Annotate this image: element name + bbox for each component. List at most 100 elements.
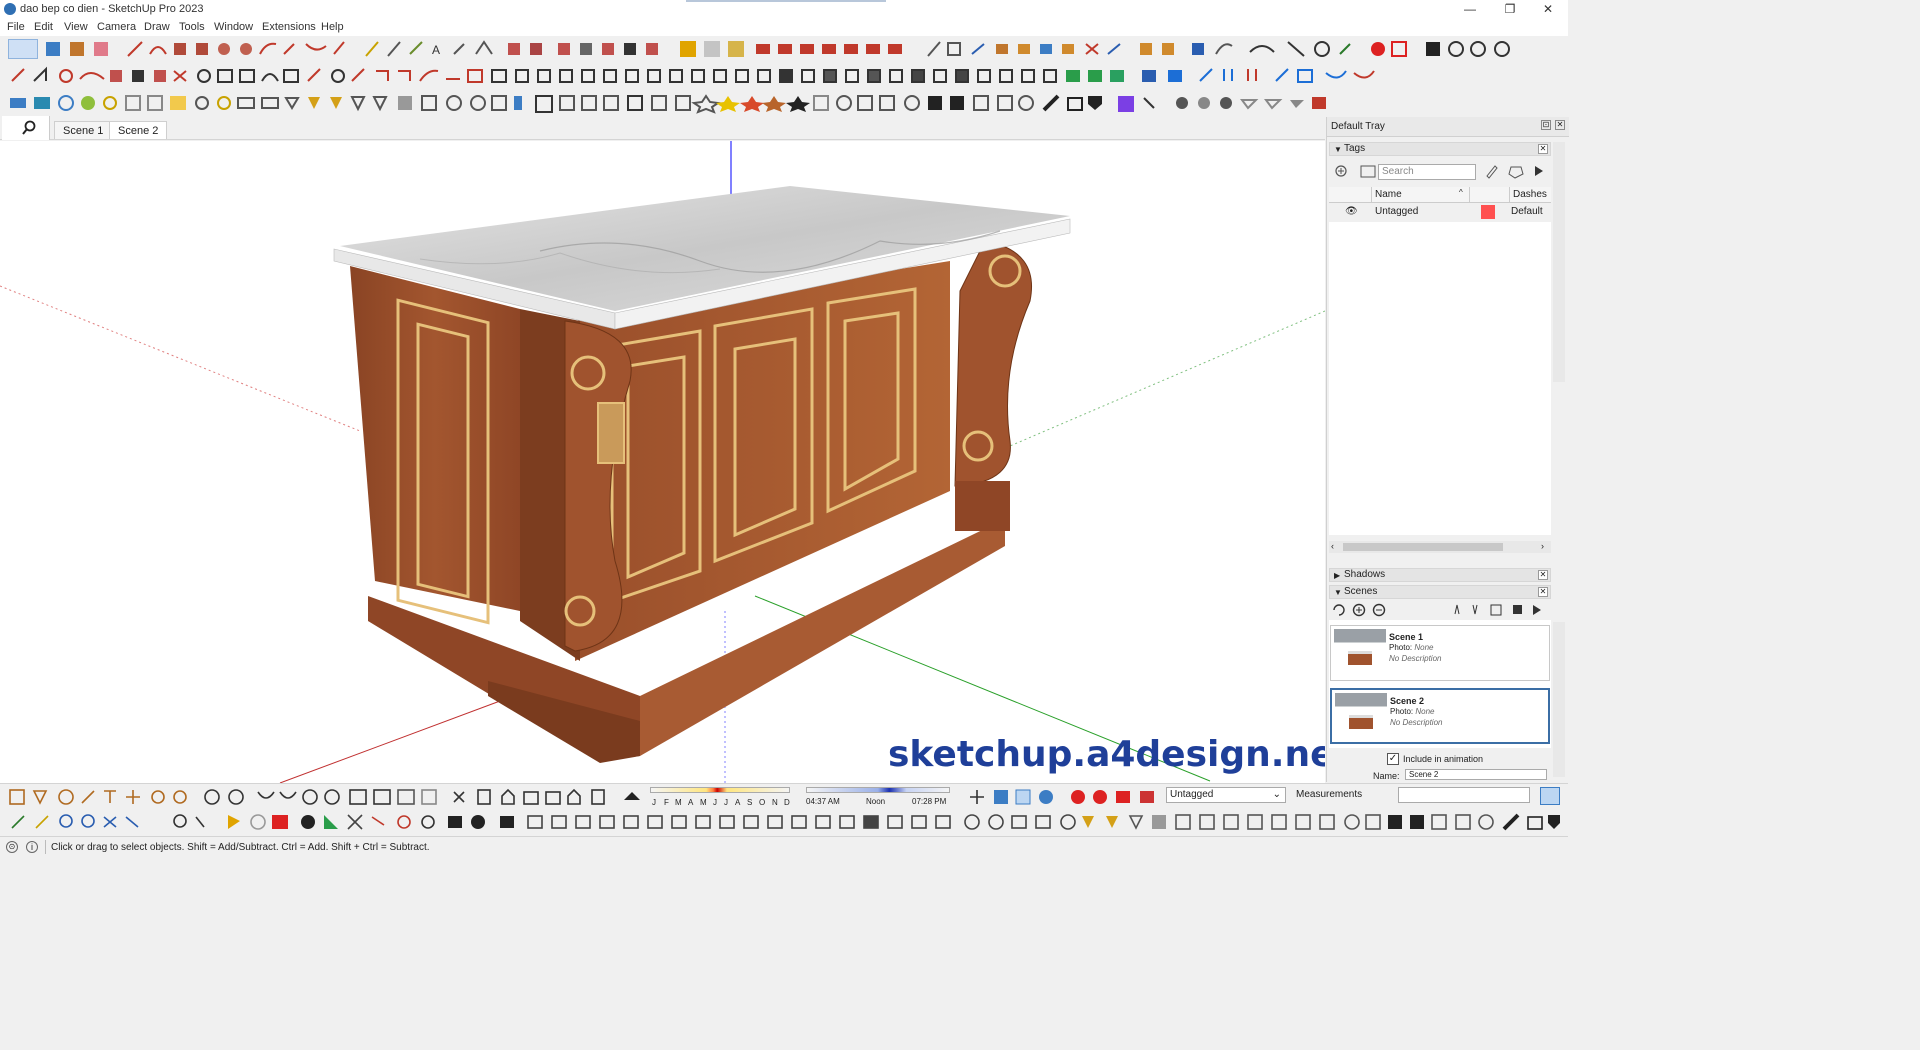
tag-dropdown[interactable]: Untagged ⌄ (1166, 787, 1286, 803)
instructor-icon[interactable] (1540, 787, 1560, 805)
tag-color-icon (1508, 166, 1524, 179)
tags-list-area (1329, 222, 1551, 535)
restore-button[interactable]: ❐ (1490, 1, 1530, 18)
tray-vertical-scrollbar[interactable] (1553, 142, 1565, 382)
search-icon (22, 120, 36, 135)
scene-1-photo: Photo: None (1389, 643, 1434, 652)
scenes-close-icon[interactable]: ✕ (1538, 587, 1548, 597)
info-icon[interactable]: i (26, 841, 38, 853)
bottom-toolbar-2-icons[interactable] (8, 811, 1563, 833)
tag-row-untagged[interactable]: 👁 Untagged Default (1329, 204, 1551, 220)
watermark-text: sketchup.a4design.net (888, 734, 1325, 775)
scene-name-label: Name: (1373, 771, 1400, 781)
add-folder-icon (1360, 165, 1376, 178)
tray-close-icon[interactable]: ✕ (1555, 120, 1565, 130)
month-slider[interactable] (650, 787, 790, 793)
month-label: J (652, 798, 656, 807)
collapse-triangle-icon-scenes: ▼ (1334, 588, 1342, 597)
menu-extensions[interactable]: Extensions (262, 21, 316, 33)
tag-color-swatch[interactable] (1481, 205, 1495, 219)
bottom-toolbar-2 (0, 808, 1568, 836)
time-noon: Noon (866, 797, 886, 806)
toolbar-icons-strip-3[interactable] (8, 92, 1338, 114)
tags-col-name[interactable]: Name (1375, 189, 1402, 200)
tags-horizontal-scrollbar[interactable]: ‹ › (1329, 541, 1551, 553)
right-leg-foot (955, 481, 1010, 531)
thumbnail-icon (1513, 605, 1522, 614)
tray-title: Default Tray (1331, 121, 1385, 132)
toolbar-icons-strip-1[interactable]: A (44, 38, 1544, 60)
shadows-panel-header[interactable]: ▶ Shadows ✕ (1329, 568, 1551, 582)
toolbar-icons-strip-2[interactable] (8, 65, 1408, 87)
scene-2-photo: Photo: None (1390, 707, 1435, 716)
tag-tool-icon (1486, 165, 1498, 179)
include-animation-checkbox[interactable]: ✓ (1387, 753, 1399, 765)
default-tray: Default Tray ⊡ ✕ ▼ Tags ✕ Search Name ^ … (1326, 117, 1569, 782)
sketchup-app-icon (4, 3, 16, 15)
scenes-panel-header[interactable]: ▼ Scenes ✕ (1329, 585, 1551, 599)
time-slider[interactable] (806, 787, 950, 793)
tags-panel-title: Tags (1344, 143, 1366, 154)
scene-1-description: No Description (1389, 654, 1442, 663)
tags-panel-header[interactable]: ▼ Tags ✕ (1329, 142, 1551, 156)
axis-red-dotted (0, 285, 361, 432)
left-corbel-rosette (597, 402, 625, 464)
tags-close-icon[interactable]: ✕ (1538, 144, 1548, 154)
month-label: S (747, 798, 753, 807)
shadows-close-icon[interactable]: ✕ (1538, 570, 1548, 580)
month-label: J (713, 798, 717, 807)
geo-location-icon[interactable]: ⊙ (6, 841, 18, 853)
menu-view[interactable]: View (64, 21, 88, 33)
scenes-scrollbar[interactable] (1553, 622, 1565, 777)
tags-right-icons[interactable] (1483, 162, 1551, 180)
toolbar-row-1-icons[interactable]: A (44, 38, 1558, 60)
shadows-panel-title: Shadows (1344, 569, 1386, 580)
scenes-toolbar-icons[interactable] (1331, 602, 1551, 618)
measurements-input[interactable] (1398, 787, 1530, 803)
status-separator (45, 840, 46, 854)
month-label: J (724, 798, 728, 807)
scene-card-1[interactable]: Scene 1 Photo: None No Description (1330, 625, 1550, 681)
visibility-eye-icon[interactable]: 👁 (1345, 206, 1358, 217)
menu-window[interactable]: Window (214, 21, 253, 33)
menu-help[interactable]: Help (321, 21, 344, 33)
minimize-button[interactable]: — (1450, 1, 1490, 18)
sort-caret-icon: ^ (1459, 188, 1463, 197)
bottom-toolbar-1: J F M A M J J A S O N D 04:37 AM Noon 07… (0, 783, 1568, 808)
scene-name-input[interactable]: Scene 2 (1405, 769, 1547, 780)
select-tool-icon[interactable] (8, 39, 38, 59)
scene-2-name: Scene 2 (1390, 696, 1425, 706)
month-label: N (772, 798, 778, 807)
menu-draw[interactable]: Draw (144, 21, 170, 33)
menu-tools[interactable]: Tools (179, 21, 205, 33)
measurements-label: Measurements (1296, 789, 1363, 800)
tags-col-dashes[interactable]: Dashes (1513, 189, 1547, 200)
month-label: A (735, 798, 741, 807)
scene-2-description: No Description (1390, 718, 1443, 727)
month-label: M (700, 798, 707, 807)
tag-dashes[interactable]: Default (1511, 206, 1543, 217)
menu-edit[interactable]: Edit (34, 21, 53, 33)
refresh-scene-icon (1333, 604, 1345, 616)
tab-scene-2[interactable]: Scene 2 (109, 121, 168, 139)
close-button[interactable]: ✕ (1528, 1, 1568, 18)
include-animation-label: Include in animation (1403, 754, 1484, 764)
scene-tabs-bar: Scene 1 Scene 2 (0, 116, 1325, 140)
toolbar-row-2 (0, 63, 1568, 89)
bottom-toolbar-1-icons[interactable] (8, 786, 648, 808)
bottom-toolbar-1-right-icons[interactable] (966, 786, 1156, 808)
tags-search-input[interactable]: Search (1378, 164, 1476, 180)
tray-pin-icon[interactable]: ⊡ (1541, 120, 1551, 130)
scene-1-name: Scene 1 (1389, 632, 1424, 642)
month-label: D (784, 798, 790, 807)
title-bar: dao bep co dien - SketchUp Pro 2023 — ❐ … (0, 0, 1568, 19)
menu-file[interactable]: File (7, 21, 25, 33)
tab-search[interactable] (2, 116, 50, 140)
tab-scene-1[interactable]: Scene 1 (54, 121, 113, 139)
model-drawing[interactable] (0, 141, 1325, 783)
toolbar-row-3 (0, 89, 1568, 116)
axis-green-dotted (1009, 310, 1325, 447)
scene-card-2[interactable]: Scene 2 Photo: None No Description (1330, 688, 1550, 744)
menu-camera[interactable]: Camera (97, 21, 136, 33)
3d-viewport[interactable]: sketchup.a4design.net (0, 141, 1325, 783)
